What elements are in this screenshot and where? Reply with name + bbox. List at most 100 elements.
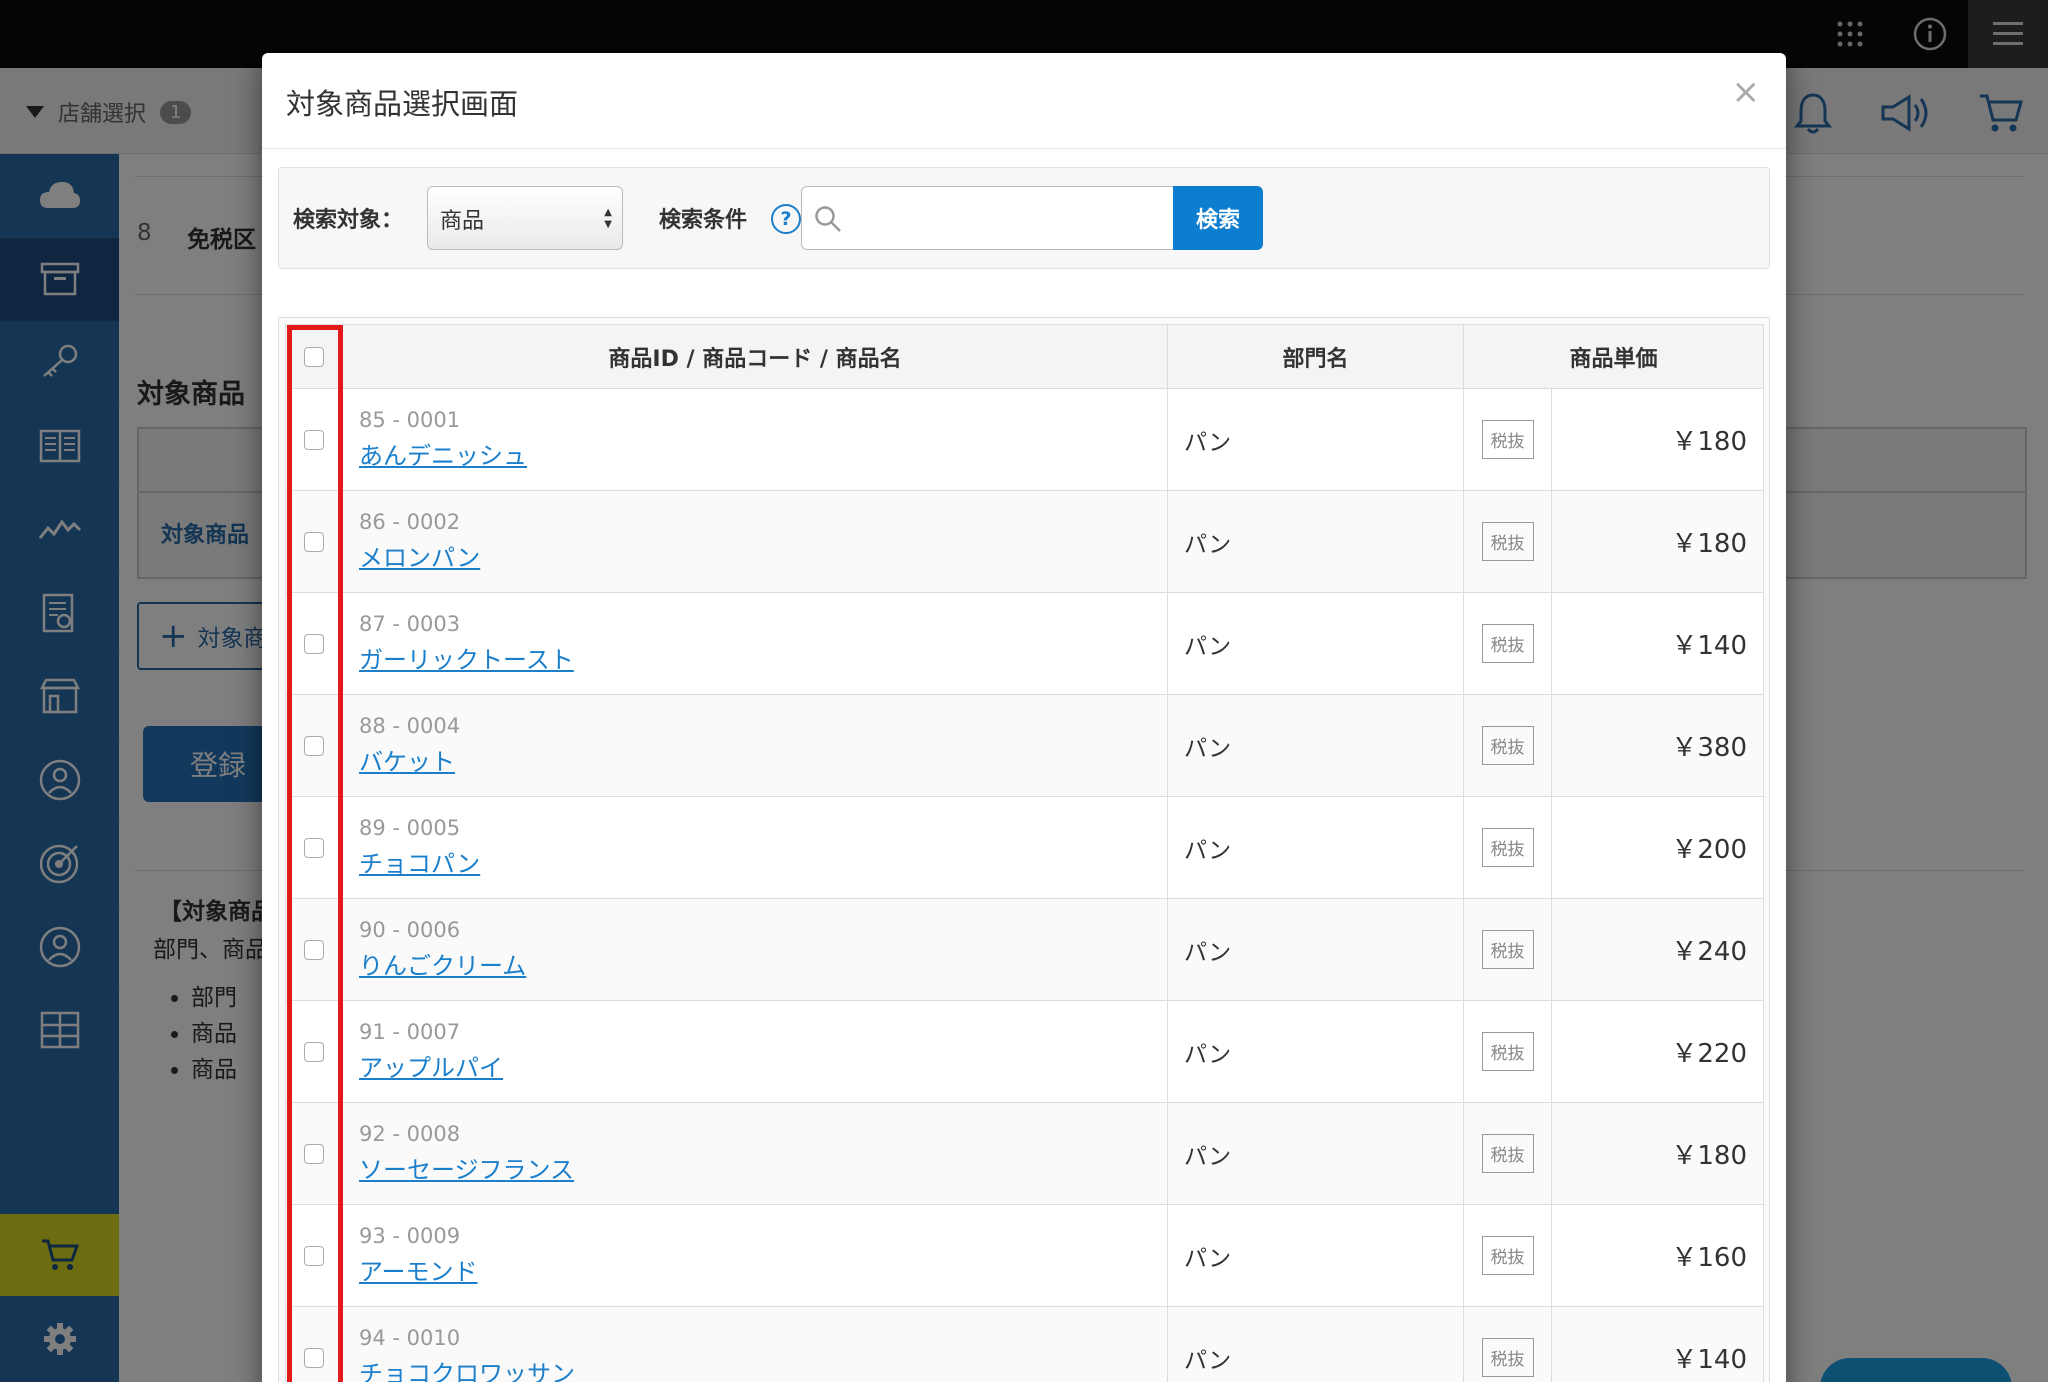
product-name-link[interactable]: アップルパイ (359, 1054, 503, 1082)
tax-badge: 税抜 (1481, 1032, 1534, 1071)
department-cell: パン (1167, 796, 1464, 899)
table-row: 88 - 0004 バケット パン 税抜 ￥380 (285, 694, 1765, 797)
tax-badge: 税抜 (1481, 1338, 1534, 1377)
product-id-code: 87 - 0003 (359, 612, 461, 636)
price-cell: ￥220 (1550, 1000, 1765, 1103)
product-cell: 86 - 0002 メロンパン (342, 490, 1168, 593)
modal-header: 対象商品選択画面 × (262, 53, 1786, 149)
product-name-link[interactable]: チョコパン (359, 850, 480, 878)
search-target-select[interactable]: 商品 ▲ ▼ (427, 186, 623, 250)
price-cell: ￥160 (1550, 1204, 1765, 1307)
product-id-code: 91 - 0007 (359, 1020, 461, 1044)
search-panel: 検索対象： 商品 ▲ ▼ 検索条件 ? 検索 (278, 167, 1770, 269)
department-cell: パン (1167, 1204, 1464, 1307)
table-row: 91 - 0007 アップルパイ パン 税抜 ￥220 (285, 1000, 1765, 1103)
tax-cell: 税抜 (1463, 1102, 1552, 1205)
tax-badge: 税抜 (1481, 1236, 1534, 1275)
tax-cell: 税抜 (1463, 1000, 1552, 1103)
product-id-code: 93 - 0009 (359, 1224, 461, 1248)
tax-cell: 税抜 (1463, 1204, 1552, 1307)
tax-badge: 税抜 (1481, 522, 1534, 561)
tax-badge: 税抜 (1481, 1134, 1534, 1173)
table-row: 87 - 0003 ガーリックトースト パン 税抜 ￥140 (285, 592, 1765, 695)
price-cell: ￥140 (1550, 1306, 1765, 1382)
tax-badge: 税抜 (1481, 930, 1534, 969)
price-cell: ￥380 (1550, 694, 1765, 797)
tax-badge: 税抜 (1481, 624, 1534, 663)
table-header-row: 商品ID / 商品コード / 商品名 部門名 商品単価 (285, 324, 1765, 389)
search-target-label: 検索対象： (293, 208, 404, 233)
price-cell: ￥180 (1550, 1102, 1765, 1205)
modal-title: 対象商品選択画面 (286, 87, 519, 121)
table-row: 89 - 0005 チョコパン パン 税抜 ￥200 (285, 796, 1765, 899)
tax-badge: 税抜 (1481, 726, 1534, 765)
product-cell: 88 - 0004 バケット (342, 694, 1168, 797)
select-arrows-icon: ▲ ▼ (604, 207, 612, 230)
product-cell: 87 - 0003 ガーリックトースト (342, 592, 1168, 695)
product-name-link[interactable]: りんごクリーム (359, 952, 526, 980)
department-cell: パン (1167, 694, 1464, 797)
product-id-code: 92 - 0008 (359, 1122, 461, 1146)
product-cell: 92 - 0008 ソーセージフランス (342, 1102, 1168, 1205)
column-header-price: 商品単価 (1462, 324, 1765, 389)
product-name-link[interactable]: チョコクロワッサン (359, 1360, 575, 1382)
product-name-link[interactable]: あんデニッシュ (359, 442, 527, 470)
product-cell: 85 - 0001 あんデニッシュ (342, 388, 1168, 491)
product-selection-modal: 対象商品選択画面 × 検索対象： 商品 ▲ ▼ 検索条件 ? 検索 商品ID /… (262, 53, 1786, 1382)
product-name-link[interactable]: ソーセージフランス (359, 1156, 574, 1184)
column-header-department: 部門名 (1167, 324, 1464, 389)
tax-cell: 税抜 (1463, 796, 1552, 899)
department-cell: パン (1167, 592, 1464, 695)
search-condition-label: 検索条件 (659, 208, 748, 233)
table-row: 93 - 0009 アーモンド パン 税抜 ￥160 (285, 1204, 1765, 1307)
department-cell: パン (1167, 1000, 1464, 1103)
results-container: 商品ID / 商品コード / 商品名 部門名 商品単価 85 - 0001 あんデ… (278, 317, 1770, 1382)
product-name-link[interactable]: ガーリックトースト (359, 646, 574, 674)
table-row: 85 - 0001 あんデニッシュ パン 税抜 ￥180 (285, 388, 1765, 491)
close-icon[interactable]: × (1732, 75, 1761, 109)
product-name-link[interactable]: バケット (359, 748, 455, 776)
product-name-link[interactable]: アーモンド (359, 1258, 478, 1286)
price-cell: ￥200 (1550, 796, 1765, 899)
results-table: 商品ID / 商品コード / 商品名 部門名 商品単価 85 - 0001 あんデ… (285, 324, 1765, 1382)
product-id-code: 88 - 0004 (359, 714, 461, 738)
product-id-code: 90 - 0006 (359, 918, 461, 942)
tax-cell: 税抜 (1463, 490, 1552, 593)
table-row: 94 - 0010 チョコクロワッサン パン 税抜 ￥140 (285, 1306, 1765, 1382)
department-cell: パン (1167, 490, 1464, 593)
department-cell: パン (1167, 388, 1464, 491)
product-cell: 94 - 0010 チョコクロワッサン (342, 1306, 1168, 1382)
product-id-code: 85 - 0001 (359, 408, 461, 432)
tax-cell: 税抜 (1463, 1306, 1552, 1382)
tax-badge: 税抜 (1481, 420, 1534, 459)
tax-cell: 税抜 (1463, 898, 1552, 1001)
tax-cell: 税抜 (1463, 694, 1552, 797)
checkbox-column-highlight (287, 325, 343, 1382)
price-cell: ￥180 (1550, 388, 1765, 491)
search-input[interactable] (801, 186, 1173, 250)
tax-cell: 税抜 (1463, 388, 1552, 491)
search-target-value: 商品 (440, 209, 485, 234)
tax-cell: 税抜 (1463, 592, 1552, 695)
product-cell: 90 - 0006 りんごクリーム (342, 898, 1168, 1001)
product-cell: 93 - 0009 アーモンド (342, 1204, 1168, 1307)
product-id-code: 94 - 0010 (359, 1326, 461, 1350)
table-row: 90 - 0006 りんごクリーム パン 税抜 ￥240 (285, 898, 1765, 1001)
department-cell: パン (1167, 1306, 1464, 1382)
product-cell: 91 - 0007 アップルパイ (342, 1000, 1168, 1103)
product-id-code: 89 - 0005 (359, 816, 461, 840)
column-header-product: 商品ID / 商品コード / 商品名 (342, 324, 1168, 389)
table-row: 92 - 0008 ソーセージフランス パン 税抜 ￥180 (285, 1102, 1765, 1205)
search-icon (815, 206, 841, 232)
tax-badge: 税抜 (1481, 828, 1534, 867)
help-icon[interactable]: ? (771, 204, 801, 234)
price-cell: ￥140 (1550, 592, 1765, 695)
table-row: 86 - 0002 メロンパン パン 税抜 ￥180 (285, 490, 1765, 593)
search-button[interactable]: 検索 (1173, 186, 1263, 250)
price-cell: ￥180 (1550, 490, 1765, 593)
department-cell: パン (1167, 1102, 1464, 1205)
price-cell: ￥240 (1550, 898, 1765, 1001)
department-cell: パン (1167, 898, 1464, 1001)
product-name-link[interactable]: メロンパン (359, 544, 480, 572)
product-cell: 89 - 0005 チョコパン (342, 796, 1168, 899)
